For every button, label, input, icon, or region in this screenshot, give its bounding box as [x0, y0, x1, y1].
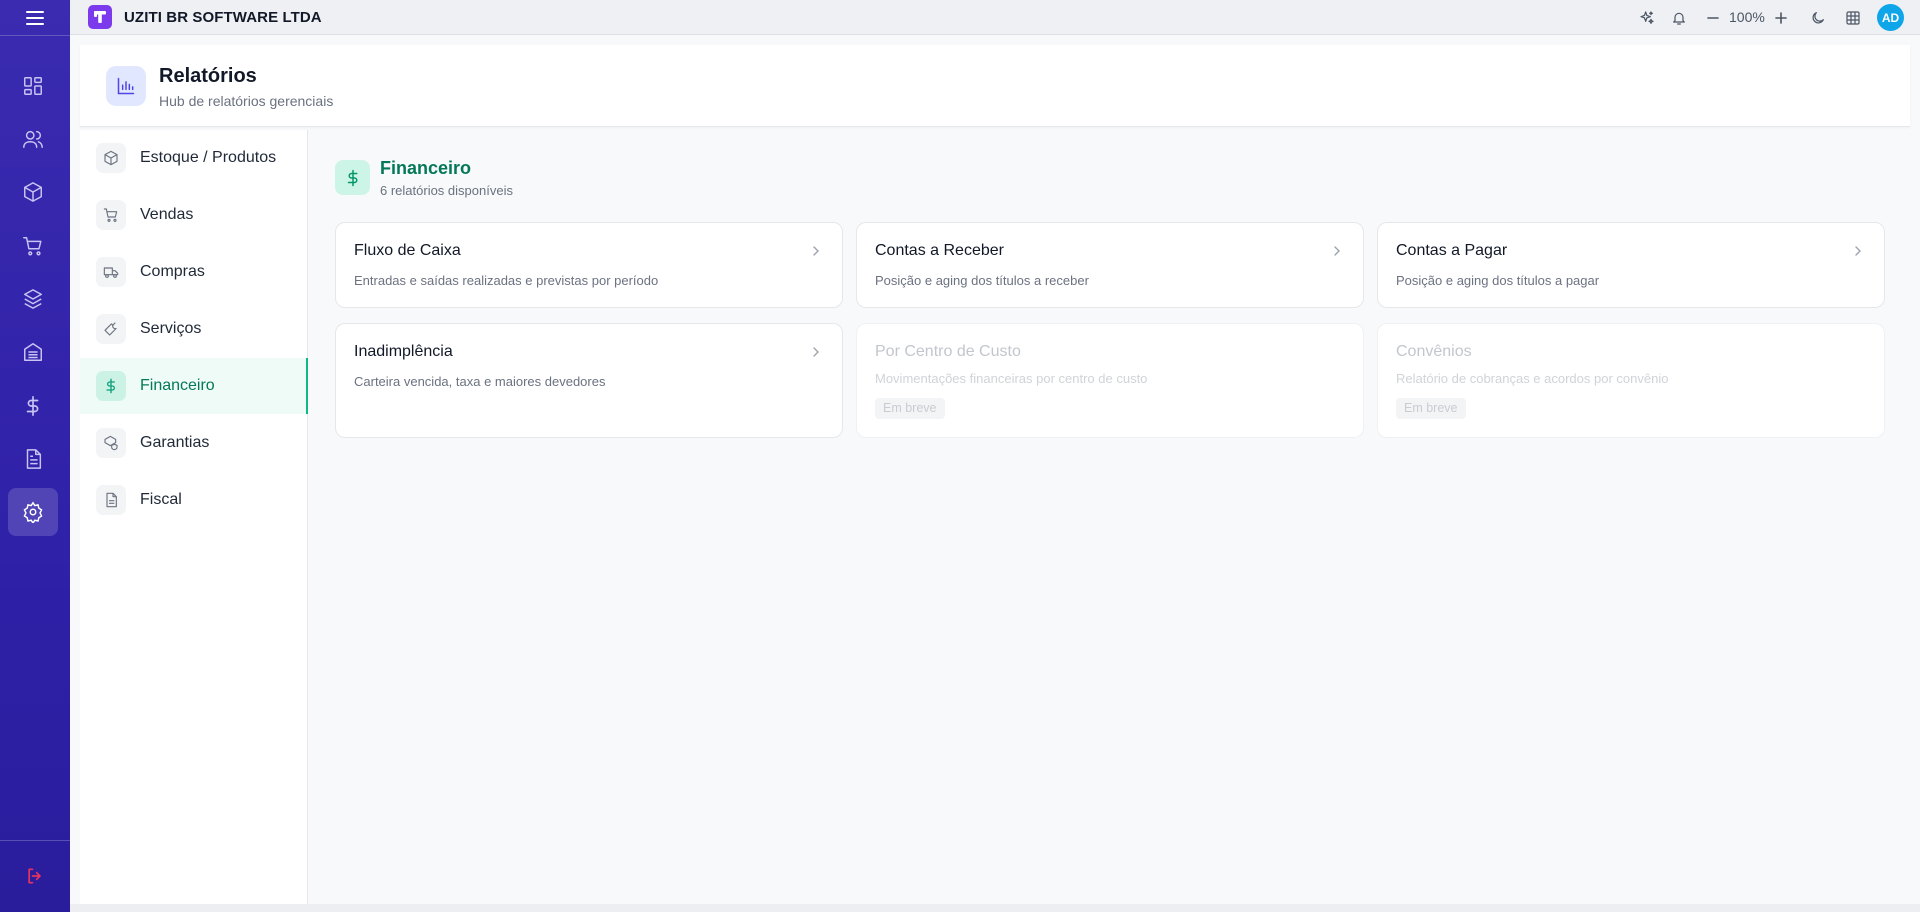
chevron-right-icon [810, 245, 822, 257]
top-bar: UZITI BR SOFTWARE LTDA 100% AD [70, 0, 1920, 35]
gear-icon[interactable] [8, 488, 58, 536]
report-card-fluxo-de-caixa[interactable]: Fluxo de Caixa Entradas e saídas realiza… [335, 222, 843, 308]
dollar-icon[interactable] [8, 382, 58, 430]
report-title: Contas a Pagar [1396, 242, 1508, 259]
category-label: Garantias [140, 434, 210, 451]
zoom-in-icon[interactable] [1770, 7, 1792, 29]
report-title: Convênios [1396, 343, 1472, 360]
document-icon[interactable] [8, 435, 58, 483]
category-label: Estoque / Produtos [140, 149, 277, 166]
report-description: Carteira vencida, taxa e maiores devedor… [354, 374, 606, 389]
bell-icon[interactable] [1668, 7, 1690, 29]
wrench-icon [96, 314, 126, 344]
section-title: Financeiro [380, 158, 472, 178]
layers-icon[interactable] [8, 275, 58, 323]
coming-soon-badge: Em breve [1396, 398, 1466, 419]
bottom-strip [70, 904, 1920, 912]
report-card-contas-a-pagar[interactable]: Contas a Pagar Posição e aging dos títul… [1377, 222, 1885, 308]
truck-icon [96, 257, 126, 287]
coming-soon-badge: Em breve [875, 398, 945, 419]
page-subtitle: Hub de relatórios gerenciais [159, 93, 334, 109]
report-title: Fluxo de Caixa [354, 242, 461, 259]
category-garantias[interactable]: Garantias [80, 415, 308, 471]
dashboard-icon[interactable] [8, 62, 58, 110]
icon-rail [0, 0, 70, 912]
chevron-right-icon [1331, 245, 1343, 257]
grid-icon[interactable] [1842, 7, 1864, 29]
report-count: 6 relatórios disponíveis [380, 183, 513, 198]
category-servicos[interactable]: Serviços [80, 301, 308, 357]
report-category-nav: Estoque / Produtos Vendas Compras Serviç… [80, 130, 308, 905]
sparkles-icon[interactable] [1636, 7, 1658, 29]
shield-box-icon [96, 428, 126, 458]
page-header: Relatórios Hub de relatórios gerenciais [80, 45, 1910, 127]
category-compras[interactable]: Compras [80, 244, 308, 300]
chevron-right-icon [810, 346, 822, 358]
report-card-por-centro-de-custo: Por Centro de Custo Movimentações financ… [856, 323, 1364, 438]
report-title: Por Centro de Custo [875, 343, 1021, 360]
company-name: UZITI BR SOFTWARE LTDA [124, 9, 322, 26]
category-financeiro[interactable]: Financeiro [80, 358, 308, 414]
document-icon [96, 485, 126, 515]
category-fiscal[interactable]: Fiscal [80, 472, 308, 528]
rail-divider [0, 35, 70, 36]
rail-divider [0, 840, 70, 841]
cart-icon [96, 200, 126, 230]
report-card-convenios: Convênios Relatório de cobranças e acord… [1377, 323, 1885, 438]
category-label: Serviços [140, 320, 202, 337]
report-card-contas-a-receber[interactable]: Contas a Receber Posição e aging dos tít… [856, 222, 1364, 308]
avatar[interactable]: AD [1877, 4, 1904, 31]
bank-icon[interactable] [8, 328, 58, 376]
moon-icon[interactable] [1807, 7, 1829, 29]
dollar-icon [335, 160, 370, 195]
brand-logo-icon [88, 5, 112, 29]
category-label: Compras [140, 263, 205, 280]
dollar-icon [96, 371, 126, 401]
users-icon[interactable] [8, 115, 58, 163]
report-title: Inadimplência [354, 343, 453, 360]
category-estoque-produtos[interactable]: Estoque / Produtos [80, 130, 308, 186]
report-card-inadimplencia[interactable]: Inadimplência Carteira vencida, taxa e m… [335, 323, 843, 438]
report-description: Movimentações financeiras por centro de … [875, 371, 1148, 386]
report-title: Contas a Receber [875, 242, 1004, 259]
hamburger-menu-icon[interactable] [20, 8, 50, 28]
box-icon[interactable] [8, 168, 58, 216]
report-description: Relatório de cobranças e acordos por con… [1396, 371, 1669, 386]
category-vendas[interactable]: Vendas [80, 187, 308, 243]
logout-icon[interactable] [8, 852, 62, 900]
zoom-level: 100% [1729, 9, 1765, 25]
report-description: Posição e aging dos títulos a pagar [1396, 273, 1600, 288]
report-description: Entradas e saídas realizadas e previstas… [354, 273, 659, 288]
chevron-right-icon [1852, 245, 1864, 257]
zoom-out-icon[interactable] [1702, 7, 1724, 29]
report-description: Posição e aging dos títulos a receber [875, 273, 1089, 288]
category-label: Fiscal [140, 491, 182, 508]
box-icon [96, 143, 126, 173]
category-label: Financeiro [140, 377, 215, 394]
category-label: Vendas [140, 206, 194, 223]
bar-chart-icon [106, 66, 146, 106]
cart-icon[interactable] [8, 222, 58, 270]
page-title: Relatórios [159, 65, 257, 87]
